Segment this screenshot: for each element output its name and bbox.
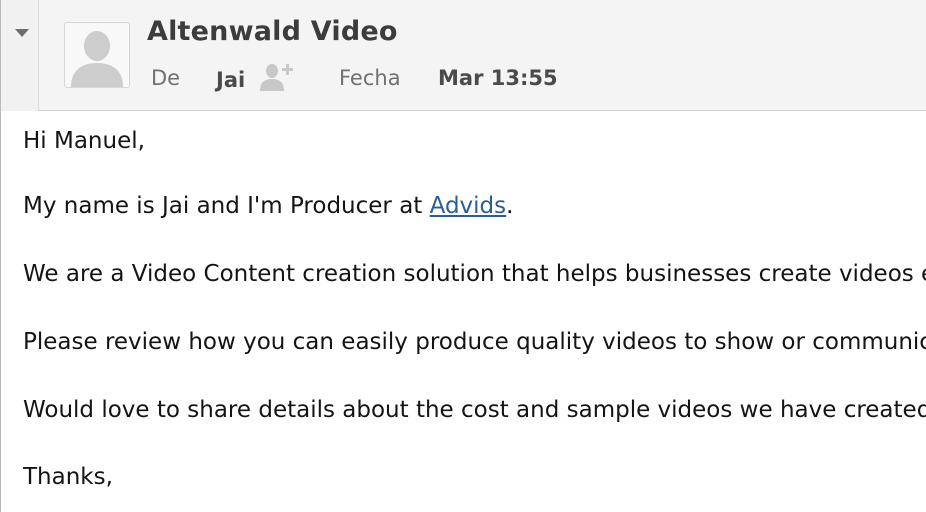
closing-line: Thanks, [23,464,113,490]
avatar [64,22,130,88]
date-label: Fecha [339,66,401,90]
sender-name: Altenwald Video [147,16,398,47]
greeting-line: Hi Manuel, [23,128,145,154]
collapse-column [1,0,39,111]
body-line-details: Would love to share details about the co… [23,397,926,423]
body-line-company: We are a Video Content creation solution… [23,261,926,287]
person-silhouette-icon [65,31,129,87]
intro-text: My name is Jai and I'm Producer at [23,193,430,219]
message-header: Altenwald Video De Jai Fecha Mar 13:55 [1,0,926,111]
chevron-down-icon[interactable] [14,24,30,37]
intro-period: . [506,193,514,219]
from-label: De [151,66,181,90]
advids-link[interactable]: Advids [430,193,507,219]
message-view: Altenwald Video De Jai Fecha Mar 13:55 H… [0,0,926,512]
add-contact-icon[interactable] [259,62,297,92]
intro-line: My name is Jai and I'm Producer at Advid… [23,193,513,219]
body-line-review: Please review how you can easily produce… [23,329,926,355]
date-value: Mar 13:55 [438,66,558,90]
from-value[interactable]: Jai [216,68,245,92]
